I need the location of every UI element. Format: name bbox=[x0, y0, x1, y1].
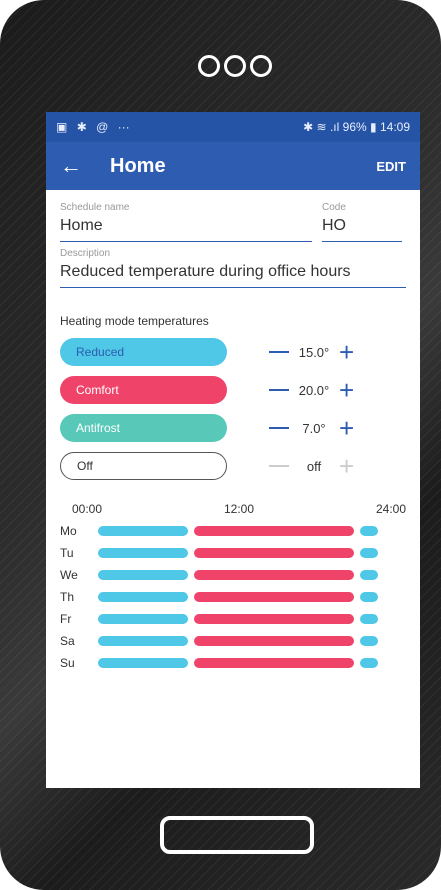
day-label: Sa bbox=[60, 634, 75, 648]
mode-row-antifrost: Antifrost 7.0° + bbox=[60, 414, 406, 442]
code-group: Code HO bbox=[322, 202, 402, 242]
code-field[interactable]: HO bbox=[322, 213, 402, 242]
at-icon: @ bbox=[96, 120, 109, 134]
wifi-icon: ✱ ≋ .ıl bbox=[303, 120, 340, 134]
back-arrow-icon[interactable]: ← bbox=[60, 153, 100, 179]
temp-control-off: off + bbox=[269, 453, 354, 479]
plus-button[interactable]: + bbox=[339, 415, 354, 441]
edit-button[interactable]: EDIT bbox=[376, 159, 406, 174]
time-label: 00:00 bbox=[72, 502, 103, 516]
comfort-segment bbox=[194, 614, 354, 624]
reduced-segment bbox=[360, 570, 378, 580]
minus-button[interactable] bbox=[269, 351, 289, 353]
reduced-segment bbox=[360, 658, 378, 668]
comfort-segment bbox=[194, 526, 354, 536]
mode-pill-off[interactable]: Off bbox=[60, 452, 227, 480]
battery-icon: ▮ bbox=[370, 120, 377, 134]
temp-value: 20.0° bbox=[298, 382, 330, 398]
time-label: 24:00 bbox=[375, 502, 406, 516]
more-icon: ··· bbox=[117, 120, 130, 134]
page-title: Home bbox=[110, 154, 166, 177]
schedule-name-group: Schedule name Home bbox=[60, 202, 312, 242]
status-right: ✱ ≋ .ıl 96% ▮ 14:09 bbox=[303, 120, 410, 134]
comfort-segment bbox=[194, 592, 354, 602]
screen: ▣ ✱ @ ··· ✱ ≋ .ıl 96% ▮ 14:09 ← Home EDI… bbox=[46, 112, 420, 788]
mode-row-reduced: Reduced 15.0° + bbox=[60, 338, 406, 366]
reduced-segment bbox=[98, 592, 188, 602]
time-label: 12:00 bbox=[223, 502, 255, 516]
description-field[interactable]: Reduced temperature during office hours bbox=[60, 259, 406, 288]
day-label: Th bbox=[60, 590, 75, 604]
comfort-segment bbox=[194, 570, 354, 580]
reduced-segment bbox=[98, 614, 188, 624]
app-bar: ← Home EDIT bbox=[46, 142, 420, 190]
comfort-segment bbox=[194, 636, 354, 646]
name-code-row: Schedule name Home Code HO bbox=[60, 202, 406, 242]
reduced-segment bbox=[360, 548, 378, 558]
schedule-row[interactable]: Mo bbox=[60, 520, 406, 542]
temp-control-comfort: 20.0° + bbox=[269, 377, 354, 403]
schedule-row[interactable]: Sa bbox=[60, 630, 406, 652]
mode-row-off: Off off + bbox=[60, 452, 406, 480]
form-content: Schedule name Home Code HO Description R… bbox=[46, 202, 420, 674]
reduced-segment bbox=[98, 658, 188, 668]
minus-button bbox=[269, 465, 289, 467]
image-icon: ▣ bbox=[56, 120, 68, 134]
reduced-segment bbox=[360, 614, 378, 624]
reduced-segment bbox=[98, 570, 188, 580]
plus-button[interactable]: + bbox=[339, 377, 354, 403]
schedule-row[interactable]: We bbox=[60, 564, 406, 586]
mode-pill-antifrost[interactable]: Antifrost bbox=[60, 414, 227, 442]
day-label: Mo bbox=[60, 524, 77, 538]
reduced-segment bbox=[360, 526, 378, 536]
temp-control-reduced: 15.0° + bbox=[269, 339, 354, 365]
comfort-segment bbox=[194, 658, 354, 668]
mode-pill-reduced[interactable]: Reduced bbox=[60, 338, 227, 366]
temp-value: 7.0° bbox=[302, 420, 326, 436]
description-label: Description bbox=[60, 248, 111, 259]
mode-pill-comfort[interactable]: Comfort bbox=[60, 376, 227, 404]
weekly-schedule: Mo Tu We Th Fr Sa Su bbox=[60, 520, 406, 674]
schedule-row[interactable]: Th bbox=[60, 586, 406, 608]
plus-button[interactable]: + bbox=[339, 339, 354, 365]
plus-button: + bbox=[339, 451, 355, 481]
schedule-name-field[interactable]: Home bbox=[60, 213, 312, 242]
phone-frame: ▣ ✱ @ ··· ✱ ≋ .ıl 96% ▮ 14:09 ← Home EDI… bbox=[0, 0, 441, 890]
status-icons-left: ▣ ✱ @ ··· bbox=[56, 120, 136, 134]
day-label: Tu bbox=[60, 546, 74, 560]
reduced-segment bbox=[98, 548, 188, 558]
schedule-name-label: Schedule name bbox=[60, 202, 130, 213]
timeline-axis: 00:00 12:00 24:00 bbox=[60, 502, 406, 516]
minus-button[interactable] bbox=[269, 389, 289, 391]
status-bar: ▣ ✱ @ ··· ✱ ≋ .ıl 96% ▮ 14:09 bbox=[46, 112, 420, 142]
reduced-segment bbox=[98, 526, 188, 536]
mode-row-comfort: Comfort 20.0° + bbox=[60, 376, 406, 404]
temp-value: off bbox=[306, 458, 322, 474]
reduced-segment bbox=[360, 636, 378, 646]
heating-modes-title: Heating mode temperatures bbox=[60, 314, 209, 328]
battery-percent: 96% bbox=[342, 120, 367, 134]
schedule-row[interactable]: Su bbox=[60, 652, 406, 674]
bluetooth-icon: ✱ bbox=[76, 120, 87, 134]
home-button[interactable] bbox=[160, 816, 314, 854]
schedule-row[interactable]: Tu bbox=[60, 542, 406, 564]
clock: 14:09 bbox=[379, 120, 410, 134]
temp-control-antifrost: 7.0° + bbox=[269, 415, 354, 441]
description-group: Description Reduced temperature during o… bbox=[60, 248, 406, 288]
day-label: We bbox=[60, 568, 78, 582]
minus-button[interactable] bbox=[269, 427, 289, 429]
code-label: Code bbox=[322, 202, 346, 213]
day-label: Fr bbox=[60, 612, 72, 626]
reduced-segment bbox=[98, 636, 188, 646]
reduced-segment bbox=[360, 592, 378, 602]
schedule-row[interactable]: Fr bbox=[60, 608, 406, 630]
temp-value: 15.0° bbox=[298, 344, 330, 360]
earpiece bbox=[196, 52, 274, 84]
day-label: Su bbox=[60, 656, 75, 670]
comfort-segment bbox=[194, 548, 354, 558]
